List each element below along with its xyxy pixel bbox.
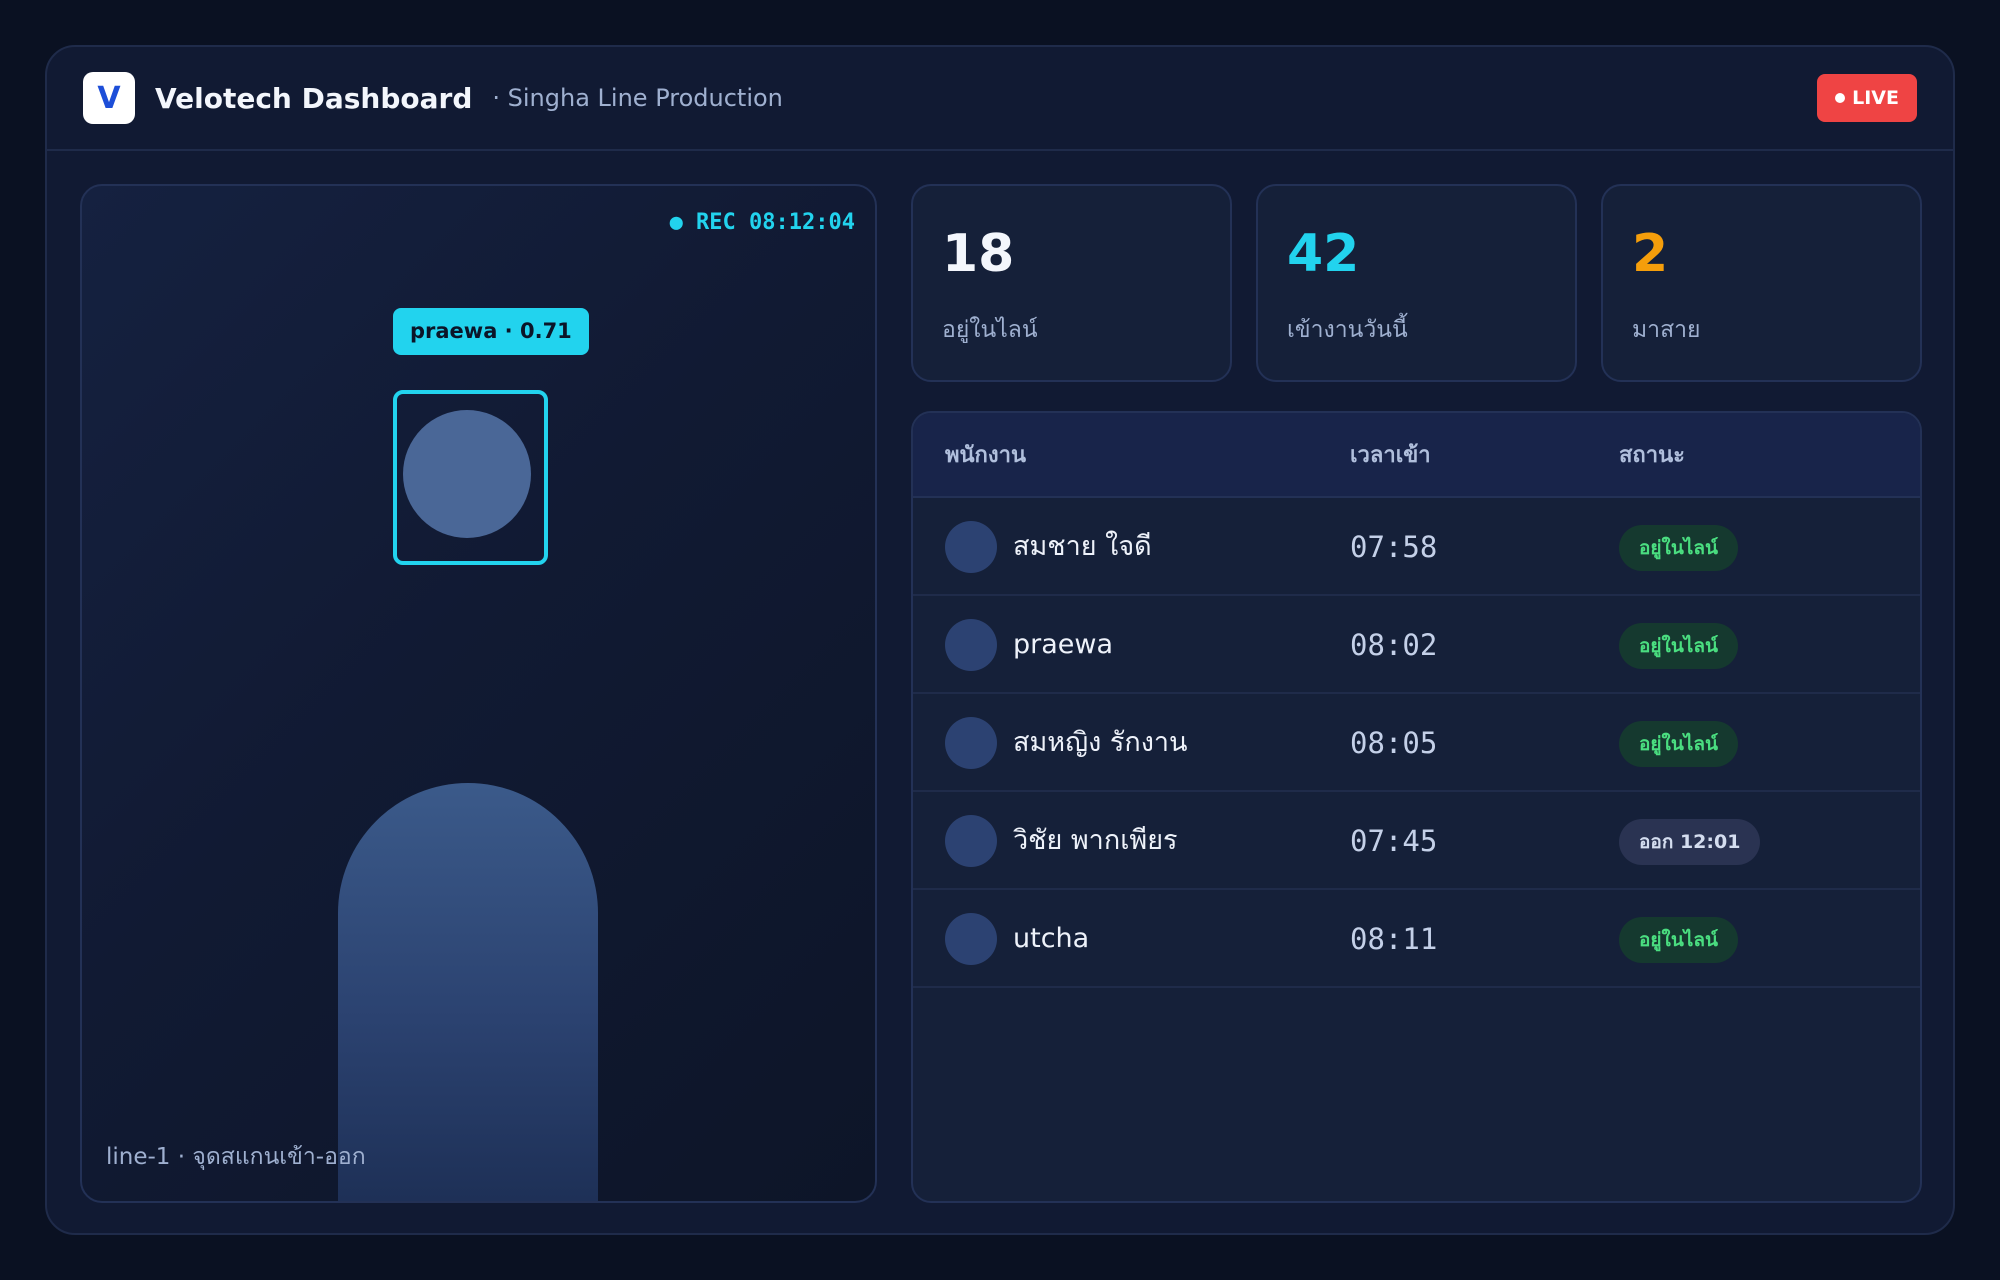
check-in-time: 08:11 — [1350, 922, 1438, 956]
avatar — [945, 521, 997, 573]
employee-name: praewa — [1013, 629, 1114, 660]
check-in-time: 07:58 — [1350, 530, 1438, 564]
rec-indicator: ● REC 08:12:04 — [669, 210, 855, 235]
stat-card-late: 2 มาสาย — [1601, 184, 1922, 382]
check-in-time: 08:05 — [1350, 726, 1438, 760]
table-header: พนักงาน เวลาเข้า สถานะ — [913, 413, 1920, 498]
status-badge: อยู่ในไลน์ — [1619, 721, 1738, 767]
table-row[interactable]: วิชัย พากเพียร 07:45 ออก 12:01 — [913, 792, 1920, 890]
employee-name: สมชาย ใจดี — [1013, 531, 1152, 562]
dashboard-window: V Velotech Dashboard · Singha Line Produ… — [45, 45, 1955, 1235]
stat-card-in-line: 18 อยู่ในไลน์ — [911, 184, 1232, 382]
column-header-status[interactable]: สถานะ — [1619, 413, 1685, 498]
camera-feed[interactable]: ● REC 08:12:04 praewa · 0.71 line-1 · จุ… — [80, 184, 877, 1203]
person-body-silhouette — [338, 783, 598, 1201]
face-detection-box — [393, 390, 548, 565]
stat-label: อยู่ในไลน์ — [942, 317, 1038, 343]
top-bar: V Velotech Dashboard · Singha Line Produ… — [47, 47, 1953, 151]
avatar — [945, 717, 997, 769]
app-subtitle: · Singha Line Production — [492, 84, 783, 112]
employee-table: พนักงาน เวลาเข้า สถานะ สมชาย ใจดี 07:58 … — [911, 411, 1922, 1203]
table-row[interactable]: สมชาย ใจดี 07:58 อยู่ในไลน์ — [913, 498, 1920, 596]
camera-caption: line-1 · จุดสแกนเข้า-ออก — [106, 1144, 366, 1170]
live-dot-icon — [1835, 93, 1846, 103]
app-logo: V — [83, 72, 135, 124]
stat-label: เข้างานวันนี้ — [1287, 317, 1408, 343]
status-badge: อยู่ในไลน์ — [1619, 917, 1738, 963]
avatar — [945, 913, 997, 965]
table-row[interactable]: สมหญิง รักงาน 08:05 อยู่ในไลน์ — [913, 694, 1920, 792]
status-badge: ออก 12:01 — [1619, 819, 1761, 865]
stat-value: 42 — [1287, 224, 1360, 284]
live-label: LIVE — [1852, 87, 1899, 109]
check-in-time: 07:45 — [1350, 824, 1438, 858]
stat-label: มาสาย — [1632, 317, 1701, 343]
table-row[interactable]: praewa 08:02 อยู่ในไลน์ — [913, 596, 1920, 694]
stat-value: 2 — [1632, 224, 1669, 284]
status-badge: อยู่ในไลน์ — [1619, 623, 1738, 669]
avatar — [945, 619, 997, 671]
check-in-time: 08:02 — [1350, 628, 1438, 662]
table-row[interactable]: utcha 08:11 อยู่ในไลน์ — [913, 890, 1920, 988]
stat-card-checked-in-today: 42 เข้างานวันนี้ — [1256, 184, 1577, 382]
column-header-employee[interactable]: พนักงาน — [945, 413, 1026, 498]
stat-value: 18 — [942, 224, 1015, 284]
employee-name: วิชัย พากเพียร — [1013, 825, 1178, 856]
person-head-silhouette — [403, 410, 531, 538]
live-badge: LIVE — [1817, 74, 1917, 122]
status-badge: อยู่ในไลน์ — [1619, 525, 1738, 571]
employee-name: utcha — [1013, 923, 1090, 954]
avatar — [945, 815, 997, 867]
employee-name: สมหญิง รักงาน — [1013, 727, 1188, 758]
app-title: Velotech Dashboard — [155, 81, 473, 115]
detection-label: praewa · 0.71 — [393, 308, 589, 355]
column-header-check-in-time[interactable]: เวลาเข้า — [1350, 413, 1431, 498]
